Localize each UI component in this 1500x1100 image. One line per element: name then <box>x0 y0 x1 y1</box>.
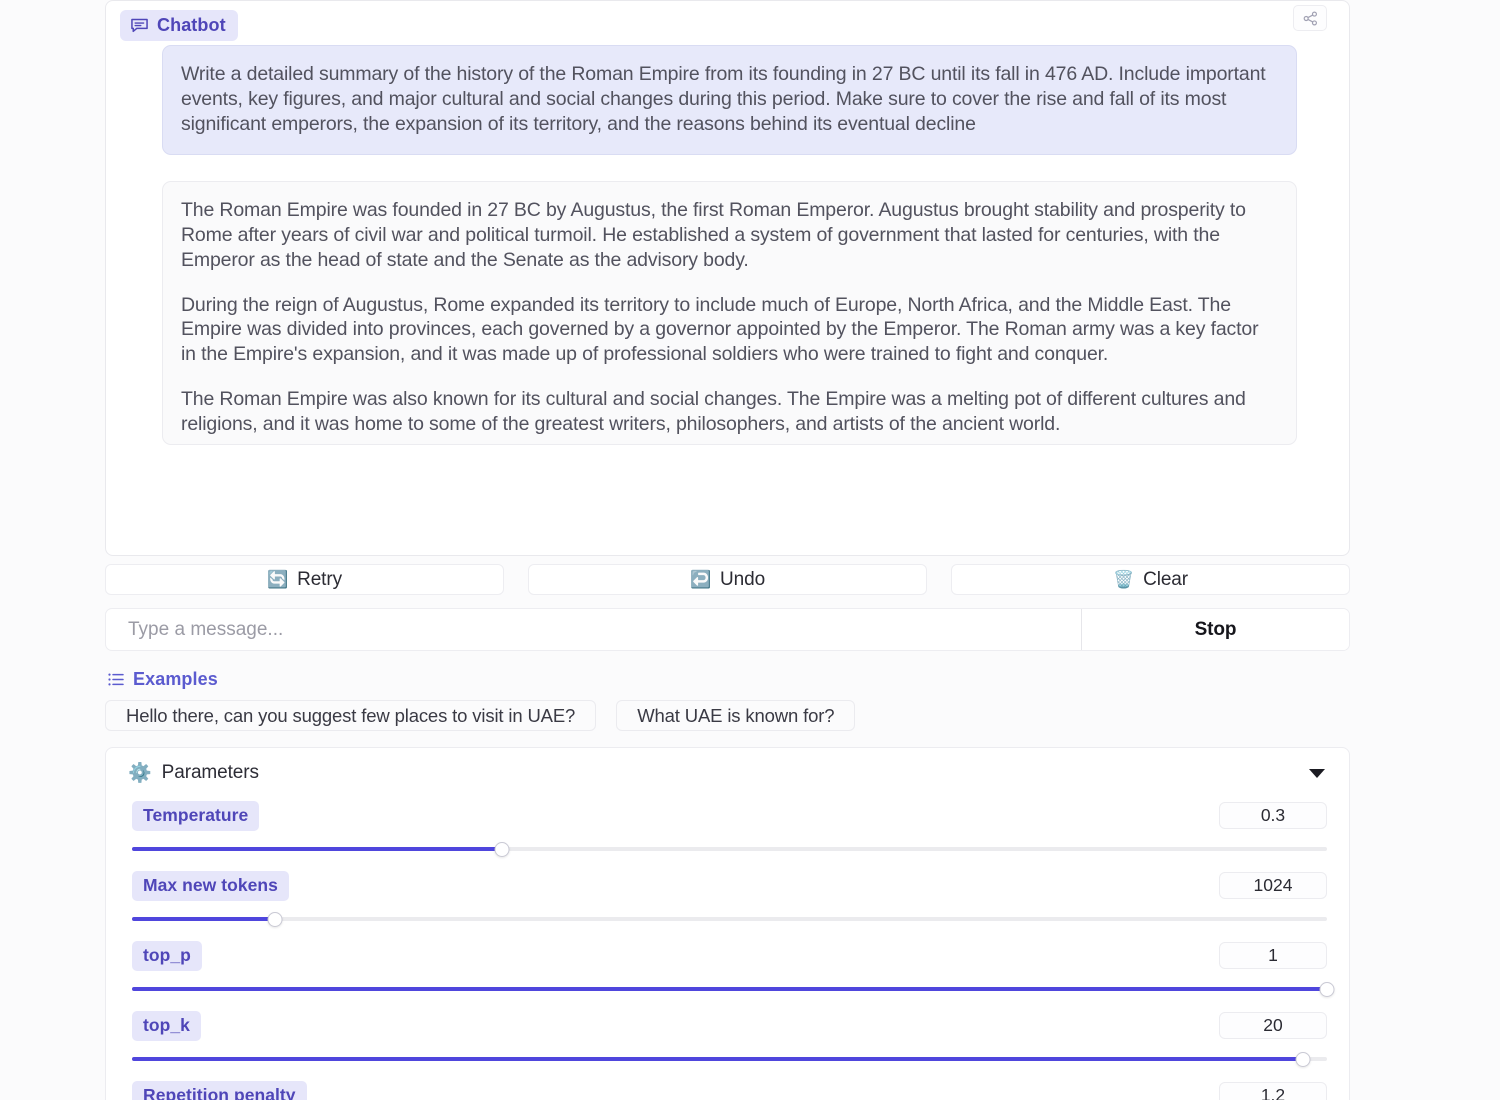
slider-value[interactable]: 0.3 <box>1219 802 1327 829</box>
slider-value[interactable]: 20 <box>1219 1012 1327 1039</box>
slider-max-new-tokens: Max new tokens 1024 <box>122 870 1333 927</box>
undo-button[interactable]: ↩️ Undo <box>528 564 927 595</box>
parameters-panel: ⚙️ Parameters Temperature 0.3 Max new to… <box>105 747 1350 1100</box>
chatbot-legend-label: Chatbot <box>157 15 226 35</box>
share-icon <box>1303 11 1318 26</box>
undo-icon: ↩️ <box>689 570 712 589</box>
slider-track-container[interactable] <box>132 1052 1327 1067</box>
slider-label: top_p <box>132 940 202 971</box>
retry-button[interactable]: 🔄 Retry <box>105 564 504 595</box>
slider-knob[interactable] <box>494 842 510 857</box>
message-input-row: Stop <box>105 608 1350 651</box>
app-column: Chatbot Write a detailed summary of the … <box>105 0 1350 1100</box>
chat-bubble-icon <box>130 17 149 34</box>
gear-icon: ⚙️ <box>128 762 152 784</box>
slider-knob[interactable] <box>267 912 283 927</box>
retry-icon: 🔄 <box>267 570 289 589</box>
share-button[interactable] <box>1293 5 1327 31</box>
example-item-2[interactable]: What UAE is known for? <box>616 700 856 731</box>
message-input[interactable] <box>106 609 1081 650</box>
app-root: Chatbot Write a detailed summary of the … <box>0 0 1500 1100</box>
chat-message-user: Write a detailed summary of the history … <box>162 45 1297 156</box>
chevron-down-icon <box>1309 768 1325 778</box>
slider-track <box>132 917 1327 921</box>
bot-paragraph: During the reign of Augustus, Rome expan… <box>181 293 1259 366</box>
clear-button[interactable]: 🗑️ Clear <box>951 564 1350 595</box>
examples-title: Examples <box>133 669 218 689</box>
examples-list: Hello there, can you suggest few places … <box>105 700 1350 731</box>
slider-top-p: top_p 1 <box>122 940 1335 997</box>
undo-button-label: Undo <box>720 568 766 590</box>
bot-paragraph: The Roman Empire was founded in 27 BC by… <box>181 199 1246 271</box>
slider-track-container[interactable] <box>132 912 1327 927</box>
slider-value[interactable]: 1 <box>1219 942 1327 969</box>
bot-message-body: The Roman Empire was founded in 27 BC by… <box>162 181 1297 446</box>
list-icon <box>108 673 124 686</box>
parameters-title: Parameters <box>161 762 259 783</box>
clear-button-label: Clear <box>1143 568 1188 590</box>
chatbot-legend: Chatbot <box>120 10 238 41</box>
user-message-text: Write a detailed summary of the history … <box>162 45 1297 156</box>
slider-knob[interactable] <box>1295 1052 1311 1067</box>
slider-label: Repetition penalty <box>132 1080 307 1100</box>
chat-message-list[interactable]: Write a detailed summary of the history … <box>106 39 1349 555</box>
stop-button[interactable]: Stop <box>1081 609 1349 650</box>
bot-paragraph: The Roman Empire was also known for its … <box>181 387 1246 435</box>
chatbot-panel: Chatbot Write a detailed summary of the … <box>105 0 1350 556</box>
parameters-accordion-header[interactable]: ⚙️ Parameters <box>122 760 1333 786</box>
slider-top-k: top_k 20 <box>122 1010 1333 1067</box>
slider-fill <box>132 1057 1304 1061</box>
slider-value[interactable]: 1.2 <box>1219 1082 1327 1100</box>
chat-action-buttons: 🔄 Retry ↩️ Undo 🗑️ Clear <box>105 564 1350 595</box>
slider-track-container[interactable] <box>132 842 1327 857</box>
slider-fill <box>132 987 1327 991</box>
slider-label: Max new tokens <box>132 870 289 901</box>
slider-temperature: Temperature 0.3 <box>122 800 1333 857</box>
slider-knob[interactable] <box>1319 982 1335 997</box>
example-item-1[interactable]: Hello there, can you suggest few places … <box>105 700 597 731</box>
slider-fill <box>132 847 503 851</box>
slider-value[interactable]: 1024 <box>1219 872 1327 899</box>
slider-label: top_k <box>132 1010 201 1041</box>
slider-label: Temperature <box>132 800 260 831</box>
examples-header: Examples <box>105 669 1350 690</box>
slider-fill <box>132 917 276 921</box>
trash-icon: 🗑️ <box>1113 570 1135 589</box>
slider-repetition-penalty: Repetition penalty 1.2 <box>122 1080 1333 1100</box>
chat-message-bot: The Roman Empire was founded in 27 BC by… <box>162 181 1297 446</box>
retry-button-label: Retry <box>297 568 342 590</box>
slider-track-container[interactable] <box>132 982 1335 997</box>
